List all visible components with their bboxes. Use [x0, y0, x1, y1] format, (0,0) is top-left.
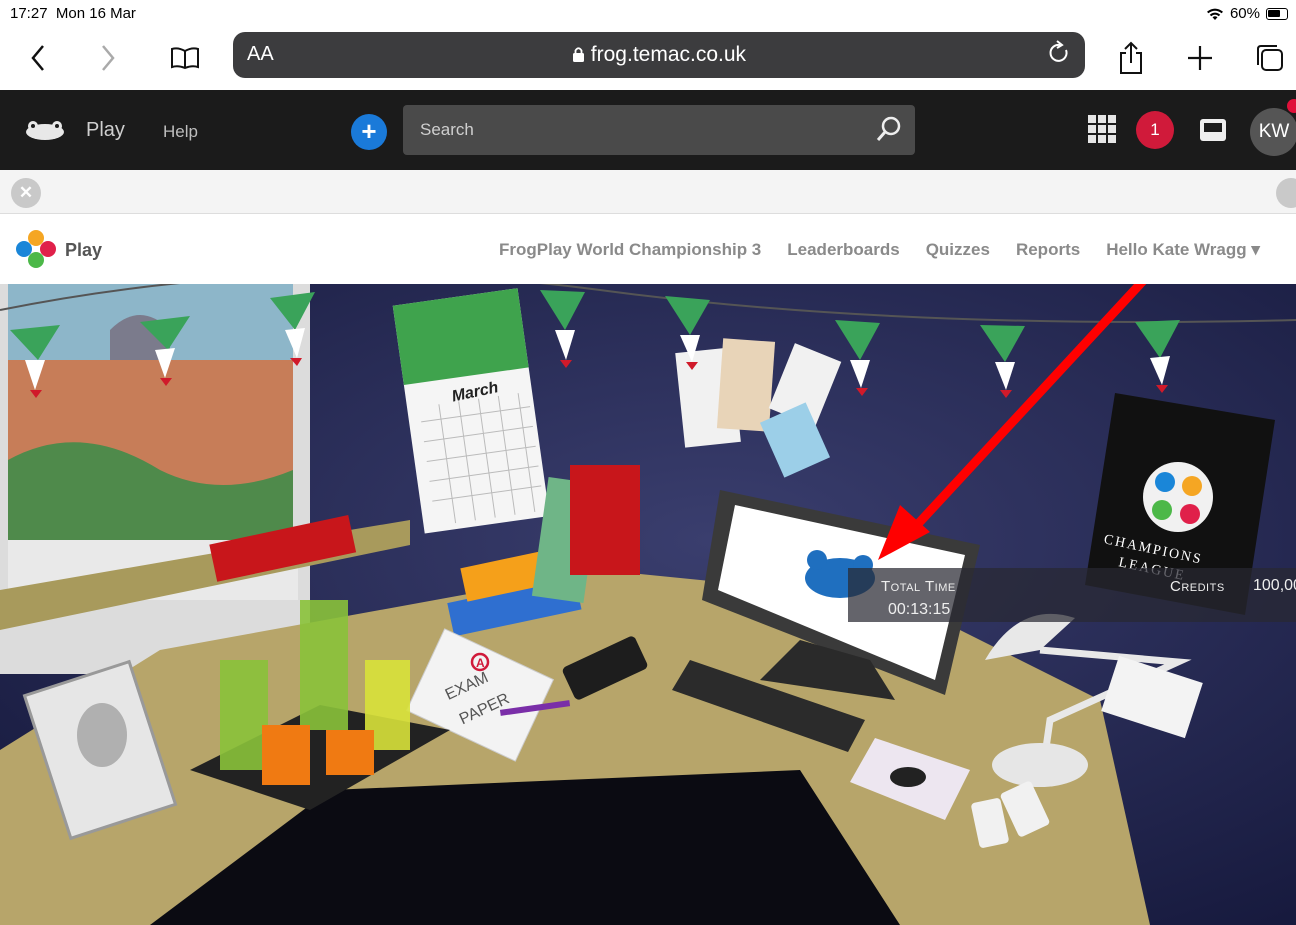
total-time-label: Total Time — [881, 578, 956, 595]
chevron-right-icon — [102, 45, 115, 71]
nav-reports[interactable]: Reports — [1016, 240, 1080, 260]
status-bar: 17:27 Mon 16 Mar 60% — [0, 0, 1296, 28]
new-tab-button[interactable] — [1180, 38, 1220, 78]
avatar-alert-dot — [1287, 99, 1296, 113]
frog-header: Play Help + 1 KW — [0, 90, 1296, 170]
score-hud: Total Time 00:13:15 Credits 100,000 — [848, 568, 1296, 622]
search-icon[interactable] — [875, 115, 903, 143]
lock-icon — [572, 47, 584, 62]
play-title[interactable]: Play — [65, 240, 102, 261]
header-play-link[interactable]: Play — [86, 119, 125, 142]
share-button[interactable] — [1111, 38, 1151, 78]
plus-icon — [1188, 46, 1212, 70]
back-button[interactable] — [18, 38, 58, 78]
search-input[interactable] — [403, 105, 915, 155]
total-time-value: 00:13:15 — [888, 601, 951, 618]
address-bar[interactable]: AA frog.temac.co.uk — [233, 32, 1085, 78]
frog-logo-icon[interactable] — [24, 120, 66, 140]
search-box — [403, 105, 915, 155]
notifications-badge[interactable]: 1 — [1136, 111, 1174, 149]
battery-percent: 60% — [1229, 5, 1260, 22]
status-right: 60% — [1206, 5, 1288, 22]
tabs-button[interactable] — [1250, 38, 1290, 78]
user-avatar[interactable]: KW — [1250, 108, 1296, 156]
status-time: 17:27 Mon 16 Mar — [10, 5, 136, 22]
reload-icon — [1049, 40, 1068, 62]
game-scene: March A EXAM PAPER CHAMPIONS Total Time … — [0, 284, 1296, 925]
chevron-left-icon — [31, 45, 44, 71]
header-help-link[interactable]: Help — [163, 122, 198, 142]
create-button[interactable]: + — [351, 114, 387, 150]
credits-value: 100,000 — [1253, 577, 1296, 594]
apps-grid-icon[interactable] — [1088, 115, 1116, 143]
exam-grade: A — [476, 656, 485, 670]
share-icon — [1120, 41, 1142, 74]
bookmarks-button[interactable] — [165, 38, 205, 78]
nav-user-menu[interactable]: Hello Kate Wragg ▾ — [1106, 240, 1260, 260]
credits-label: Credits — [1170, 578, 1225, 595]
close-app-button[interactable]: ✕ — [11, 178, 41, 208]
book-icon — [171, 47, 199, 70]
browser-toolbar: AA frog.temac.co.uk — [0, 28, 1296, 90]
play-nav-links: FrogPlay World Championship 3 Leaderboar… — [499, 240, 1260, 260]
app-frame-bar: ✕ — [0, 170, 1296, 214]
expand-app-button[interactable] — [1276, 178, 1296, 208]
battery-icon — [1266, 7, 1288, 20]
reload-button[interactable] — [1049, 40, 1071, 73]
nav-quizzes[interactable]: Quizzes — [926, 240, 990, 260]
inbox-icon[interactable] — [1200, 119, 1226, 141]
play-nav: Play FrogPlay World Championship 3 Leade… — [0, 214, 1296, 284]
tabs-icon — [1257, 45, 1283, 71]
frogplay-logo-icon[interactable] — [14, 226, 60, 272]
forward-button[interactable] — [88, 38, 128, 78]
nav-championship[interactable]: FrogPlay World Championship 3 — [499, 240, 761, 260]
nav-leaderboards[interactable]: Leaderboards — [787, 240, 899, 260]
wifi-icon — [1206, 8, 1223, 20]
url-text[interactable]: frog.temac.co.uk — [233, 43, 1085, 67]
